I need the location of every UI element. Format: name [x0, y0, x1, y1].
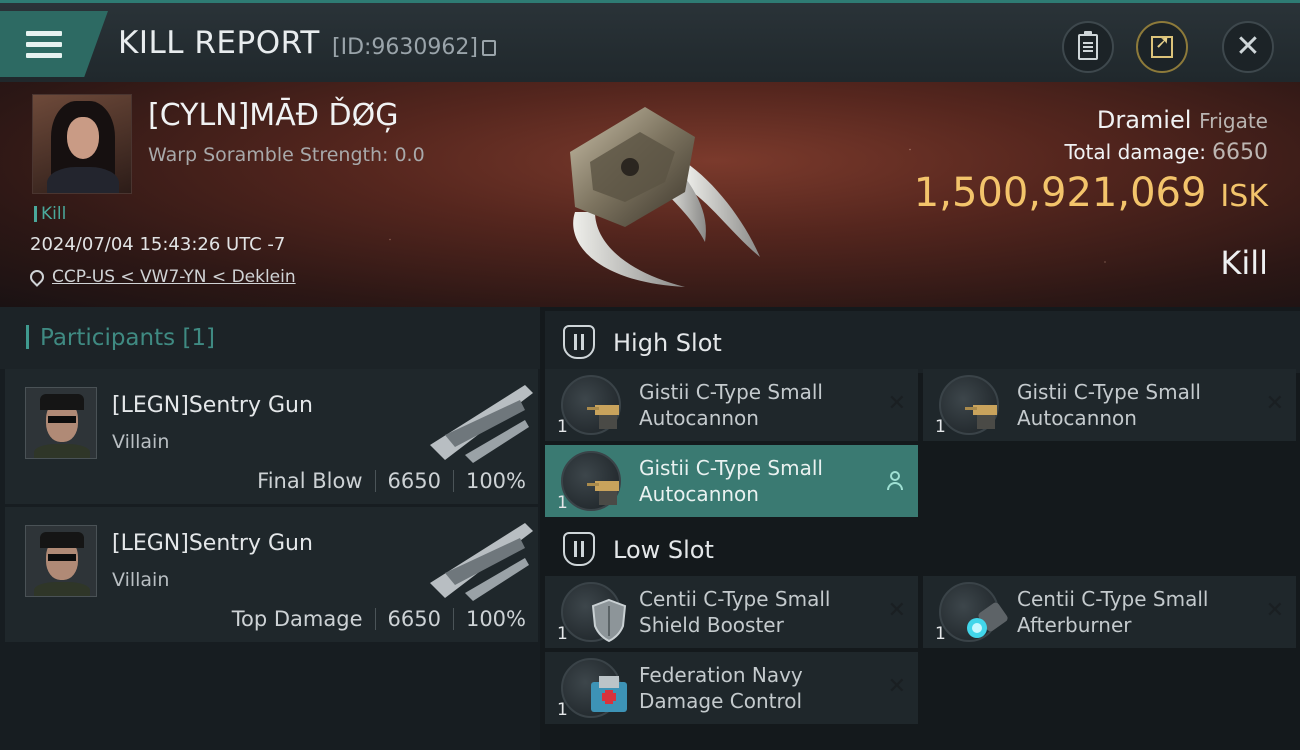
menu-button[interactable] [0, 11, 108, 77]
module-name: Gistii C-Type Small Autocannon [639, 456, 823, 506]
autocannon-icon [561, 375, 621, 435]
page-title: KILL REPORT [118, 25, 320, 61]
participant-avatar [25, 525, 97, 597]
destroyed-icon: ✕ [1265, 391, 1284, 416]
autocannon-icon [561, 451, 621, 511]
module-item[interactable]: 1 Gistii C-Type Small Autocannon ✕ [545, 369, 918, 441]
ship-name[interactable]: Dramiel Frigate [1097, 106, 1268, 134]
module-name: Centii C-Type Small Shield Booster [639, 587, 831, 637]
total-damage-label: Total damage: [1064, 140, 1207, 164]
copy-icon[interactable] [482, 39, 496, 56]
module-item[interactable]: 1 Centii C-Type Small Shield Booster ✕ [545, 576, 918, 648]
module-quantity: 1 [557, 700, 568, 720]
participants-label: Participants [1] [40, 325, 216, 351]
participant-card[interactable]: [LEGN]Sentry Gun Villain Top Damage 6650… [5, 507, 538, 642]
victim-name[interactable]: [CYLN]MĀĐ ĎØĢ [148, 98, 398, 133]
fitting-panel: High Slot 1 Gistii C-Type Small Autocann… [540, 307, 1300, 750]
participant-percent: 100% [465, 607, 526, 631]
module-name: Federation Navy Damage Control [639, 663, 803, 713]
victim-banner: [CYLN]MĀĐ ĎØĢ Warp Soramble Strength: 0.… [0, 82, 1300, 307]
close-button[interactable]: ✕ [1222, 21, 1274, 73]
damage-control-icon [561, 658, 627, 718]
participant-damage: 6650 [387, 607, 441, 631]
participant-ship-image [430, 385, 533, 463]
module-name: Gistii C-Type Small Autocannon [639, 380, 823, 430]
module-quantity: 1 [935, 417, 946, 437]
module-quantity: 1 [557, 624, 568, 644]
export-button[interactable] [1136, 21, 1188, 73]
module-quantity: 1 [935, 624, 946, 644]
participant-role: Villain [112, 569, 170, 591]
destroyed-icon: ✕ [887, 391, 906, 416]
participant-stat-label: Top Damage [231, 607, 363, 631]
kill-location[interactable]: CCP-US < VW7-YN < Deklein [27, 267, 296, 287]
isk-amount: 1,500,921,069 [913, 170, 1207, 216]
clipboard-icon [1078, 31, 1098, 60]
module-item[interactable]: 1 Centii C-Type Small Afterburner ✕ [923, 576, 1296, 648]
kill-tag: Kill [34, 204, 66, 224]
participant-ship-image [430, 523, 533, 601]
location-link[interactable]: CCP-US < VW7-YN < Deklein [52, 267, 296, 287]
participant-name: [LEGN]Sentry Gun [112, 393, 313, 418]
kill-id-text: [ID:9630962] [332, 35, 478, 60]
person-icon[interactable] [886, 471, 904, 493]
isk-unit: ISK [1220, 179, 1268, 214]
participant-role: Villain [112, 431, 170, 453]
close-icon: ✕ [1235, 29, 1261, 64]
kill-id[interactable]: [ID:9630962] [332, 35, 496, 60]
menu-icon [26, 25, 62, 64]
low-slot-header: Low Slot [545, 518, 1300, 580]
shield-booster-icon [561, 582, 627, 643]
high-slot-title: High Slot [613, 329, 722, 357]
destroyed-icon: ✕ [887, 674, 906, 699]
participant-stats: Final Blow 6650 100% [257, 469, 526, 493]
total-damage: Total damage: 6650 [1065, 140, 1269, 165]
module-name: Centii C-Type Small Afterburner [1017, 587, 1209, 637]
ship-type: Dramiel [1096, 106, 1192, 134]
participant-damage: 6650 [387, 469, 441, 493]
participant-avatar [25, 387, 97, 459]
destroyed-icon: ✕ [887, 598, 906, 623]
participant-percent: 100% [465, 469, 526, 493]
participant-name: [LEGN]Sentry Gun [112, 531, 313, 556]
clipboard-button[interactable] [1062, 21, 1114, 73]
autocannon-icon [939, 375, 999, 435]
module-quantity: 1 [557, 493, 568, 513]
module-name: Gistii C-Type Small Autocannon [1017, 380, 1201, 430]
isk-value: 1,500,921,069 ISK [914, 170, 1268, 216]
kill-datetime: 2024/07/04 15:43:26 UTC -7 [30, 234, 286, 255]
kill-tag-label: Kill [41, 204, 67, 224]
title-bar: KILL REPORT [ID:9630962] ✕ [0, 0, 1300, 82]
participant-stats: Top Damage 6650 100% [232, 607, 526, 631]
location-pin-icon [27, 267, 47, 287]
destroyed-icon: ✕ [1265, 598, 1284, 623]
participants-count: [1] [182, 325, 216, 351]
total-damage-value: 6650 [1212, 140, 1268, 165]
participants-header: Participants [1] [0, 307, 540, 369]
participant-card[interactable]: [LEGN]Sentry Gun Villain Final Blow 6650… [5, 369, 538, 504]
ship-image [570, 107, 760, 287]
victim-avatar[interactable] [32, 94, 132, 194]
module-item[interactable]: 1 Gistii C-Type Small Autocannon ✕ [923, 369, 1296, 441]
module-quantity: 1 [557, 417, 568, 437]
ship-class: Frigate [1199, 109, 1268, 133]
kill-result: Kill [1220, 244, 1268, 282]
slot-shield-icon [563, 532, 595, 566]
participants-panel: Participants [1] [LEGN]Sentry Gun Villai… [0, 307, 540, 750]
high-slot-header: High Slot [545, 311, 1300, 373]
slot-shield-icon [563, 325, 595, 359]
module-item-selected[interactable]: 1 Gistii C-Type Small Autocannon [545, 445, 918, 517]
low-slot-title: Low Slot [613, 536, 714, 564]
export-icon [1151, 32, 1173, 58]
module-item[interactable]: 1 Federation Navy Damage Control ✕ [545, 652, 918, 724]
participant-stat-label: Final Blow [257, 469, 363, 493]
warp-scramble-strength: Warp Soramble Strength: 0.0 [148, 144, 425, 166]
afterburner-icon [939, 582, 1008, 642]
